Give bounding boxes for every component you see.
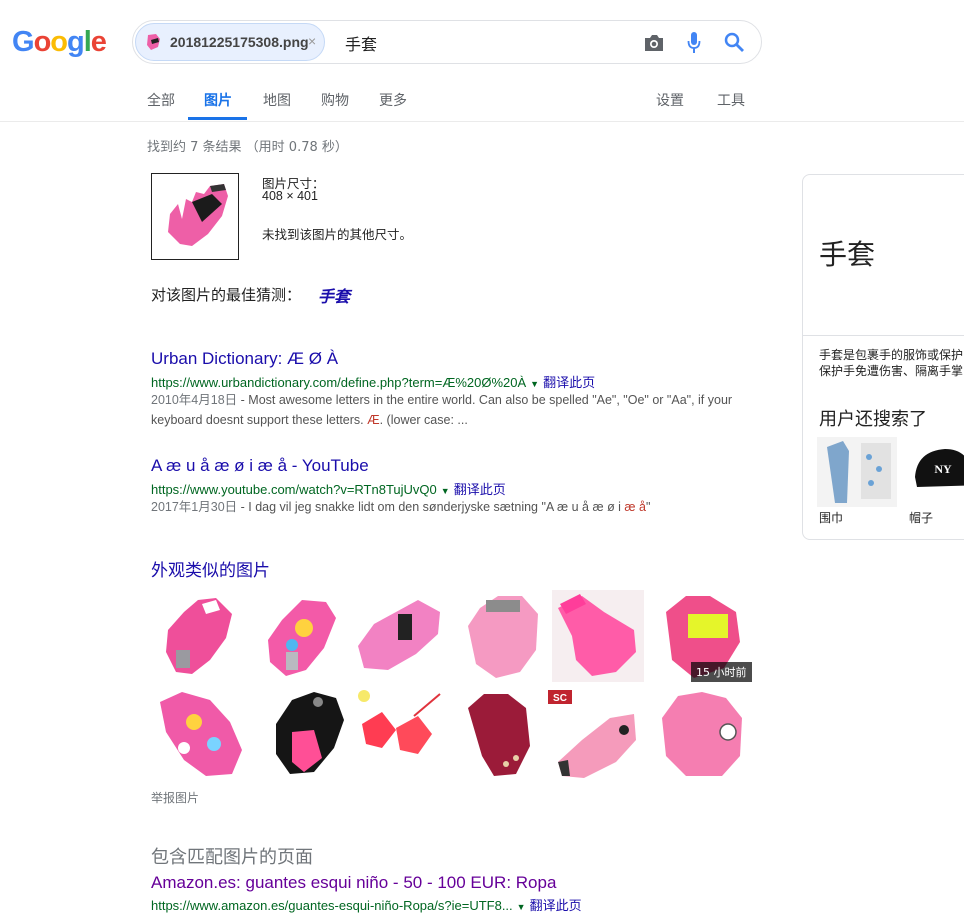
similar-image[interactable]: SC xyxy=(546,688,638,780)
no-other-sizes-text: 未找到该图片的其他尺寸。 xyxy=(262,227,413,242)
dropdown-caret-icon[interactable]: ▼ xyxy=(530,379,539,389)
divider xyxy=(0,121,964,122)
search-input[interactable] xyxy=(345,33,625,52)
similar-image[interactable] xyxy=(352,688,444,780)
active-tab-indicator xyxy=(188,117,247,120)
result-snippet: 2017年1月30日 - I dag vil jeg snakke lidt o… xyxy=(151,497,763,517)
tab-shopping[interactable]: 购物 xyxy=(321,90,349,110)
also-searched-title: 用户还搜索了 xyxy=(819,409,927,430)
snippet-emphasis: Æ xyxy=(367,413,380,427)
search-box[interactable]: 20181225175308.png × xyxy=(132,20,762,64)
translate-link[interactable]: 翻译此页 xyxy=(543,376,595,391)
time-badge: 15 小时前 xyxy=(691,662,752,682)
logo-letter: l xyxy=(83,26,92,58)
svg-text:NY: NY xyxy=(934,462,952,476)
glove-thumbnail-icon xyxy=(147,34,160,50)
result-date: 2017年1月30日 xyxy=(151,500,238,514)
knowledge-panel-description: 手套是包裹手的服饰或保护 保护手免遭伤害、隔离手掌 xyxy=(819,348,964,378)
also-searched-item[interactable]: 帽子 xyxy=(909,509,933,526)
google-logo[interactable]: Google xyxy=(12,26,107,59)
similar-image[interactable] xyxy=(552,590,644,682)
result-title[interactable]: Urban Dictionary: Æ Ø À xyxy=(151,349,338,369)
result-url: https://www.urbandictionary.com/define.p… xyxy=(151,375,527,390)
similar-image[interactable] xyxy=(154,590,246,682)
similar-images-title[interactable]: 外观类似的图片 xyxy=(151,556,270,581)
remove-image-icon[interactable]: × xyxy=(308,33,316,49)
search-icon[interactable] xyxy=(724,32,745,53)
settings-link[interactable]: 设置 xyxy=(656,90,684,110)
result-date: 2010年4月18日 xyxy=(151,393,238,407)
similar-image[interactable] xyxy=(154,688,246,780)
dropdown-caret-icon[interactable]: ▼ xyxy=(441,486,450,496)
knowledge-panel-title: 手套 xyxy=(819,238,876,271)
best-guess-link[interactable]: 手套 xyxy=(318,283,350,307)
result-url: https://www.amazon.es/guantes-esqui-niño… xyxy=(151,898,513,913)
knowledge-panel: 手套 手套是包裹手的服饰或保护 保护手免遭伤害、隔离手掌 用户还搜索了 NY 围… xyxy=(802,174,964,540)
chip-filename: 20181225175308.png xyxy=(170,34,309,50)
tab-images[interactable]: 图片 xyxy=(204,90,232,110)
snippet-text: - I dag vil jeg snakke lidt om den sønde… xyxy=(237,500,625,514)
dropdown-caret-icon[interactable]: ▼ xyxy=(517,902,526,912)
logo-letter: G xyxy=(12,26,35,58)
similar-image[interactable] xyxy=(656,688,748,780)
similar-image[interactable] xyxy=(264,688,356,780)
cap-image[interactable]: NY xyxy=(907,437,964,507)
tab-all[interactable]: 全部 xyxy=(147,90,175,110)
similar-image[interactable] xyxy=(256,590,348,682)
result-title[interactable]: A æ u å æ ø i æ å - YouTube xyxy=(151,456,369,476)
camera-icon[interactable] xyxy=(643,33,665,53)
logo-letter: e xyxy=(90,26,107,58)
image-size-value: 408 × 401 xyxy=(262,189,318,203)
result-url: https://www.youtube.com/watch?v=RTn8TujU… xyxy=(151,482,437,497)
result-url-row: https://www.youtube.com/watch?v=RTn8TujU… xyxy=(151,479,506,498)
tab-maps[interactable]: 地图 xyxy=(263,90,291,110)
report-images-link[interactable]: 举报图片 xyxy=(151,789,199,806)
snippet-emphasis: æ å xyxy=(624,500,646,514)
result-stats: 找到约 7 条结果 （用时 0.78 秒） xyxy=(147,140,348,155)
translate-link[interactable]: 翻译此页 xyxy=(530,899,582,914)
tab-more[interactable]: 更多 xyxy=(379,90,407,110)
also-searched-item[interactable]: 围巾 xyxy=(819,509,843,526)
image-chip[interactable]: 20181225175308.png × xyxy=(135,23,325,61)
translate-link[interactable]: 翻译此页 xyxy=(454,483,506,498)
similar-image[interactable] xyxy=(460,688,552,780)
logo-letter: o xyxy=(50,26,68,58)
best-guess-label: 对该图片的最佳猜测： xyxy=(151,286,302,304)
query-image[interactable] xyxy=(151,173,239,260)
logo-letter: o xyxy=(33,26,52,58)
result-url-row: https://www.urbandictionary.com/define.p… xyxy=(151,372,595,391)
snippet-text: . (lower case: ... xyxy=(379,413,468,427)
glove-image xyxy=(168,184,228,246)
svg-text:SC: SC xyxy=(553,693,567,704)
similar-image[interactable] xyxy=(352,590,444,682)
tools-link[interactable]: 工具 xyxy=(717,90,745,110)
microphone-icon[interactable] xyxy=(687,31,701,55)
result-snippet: 2010年4月18日 - Most awesome letters in the… xyxy=(151,390,763,430)
similar-image[interactable] xyxy=(458,590,550,682)
result-title[interactable]: Amazon.es: guantes esqui niño - 50 - 100… xyxy=(151,873,556,893)
divider xyxy=(803,335,964,336)
logo-letter: g xyxy=(67,26,85,58)
scarf-image[interactable] xyxy=(817,437,897,507)
result-url-row: https://www.amazon.es/guantes-esqui-niño… xyxy=(151,895,582,914)
pages-with-image-title: 包含匹配图片的页面 xyxy=(151,847,313,868)
snippet-text: " xyxy=(645,500,651,514)
